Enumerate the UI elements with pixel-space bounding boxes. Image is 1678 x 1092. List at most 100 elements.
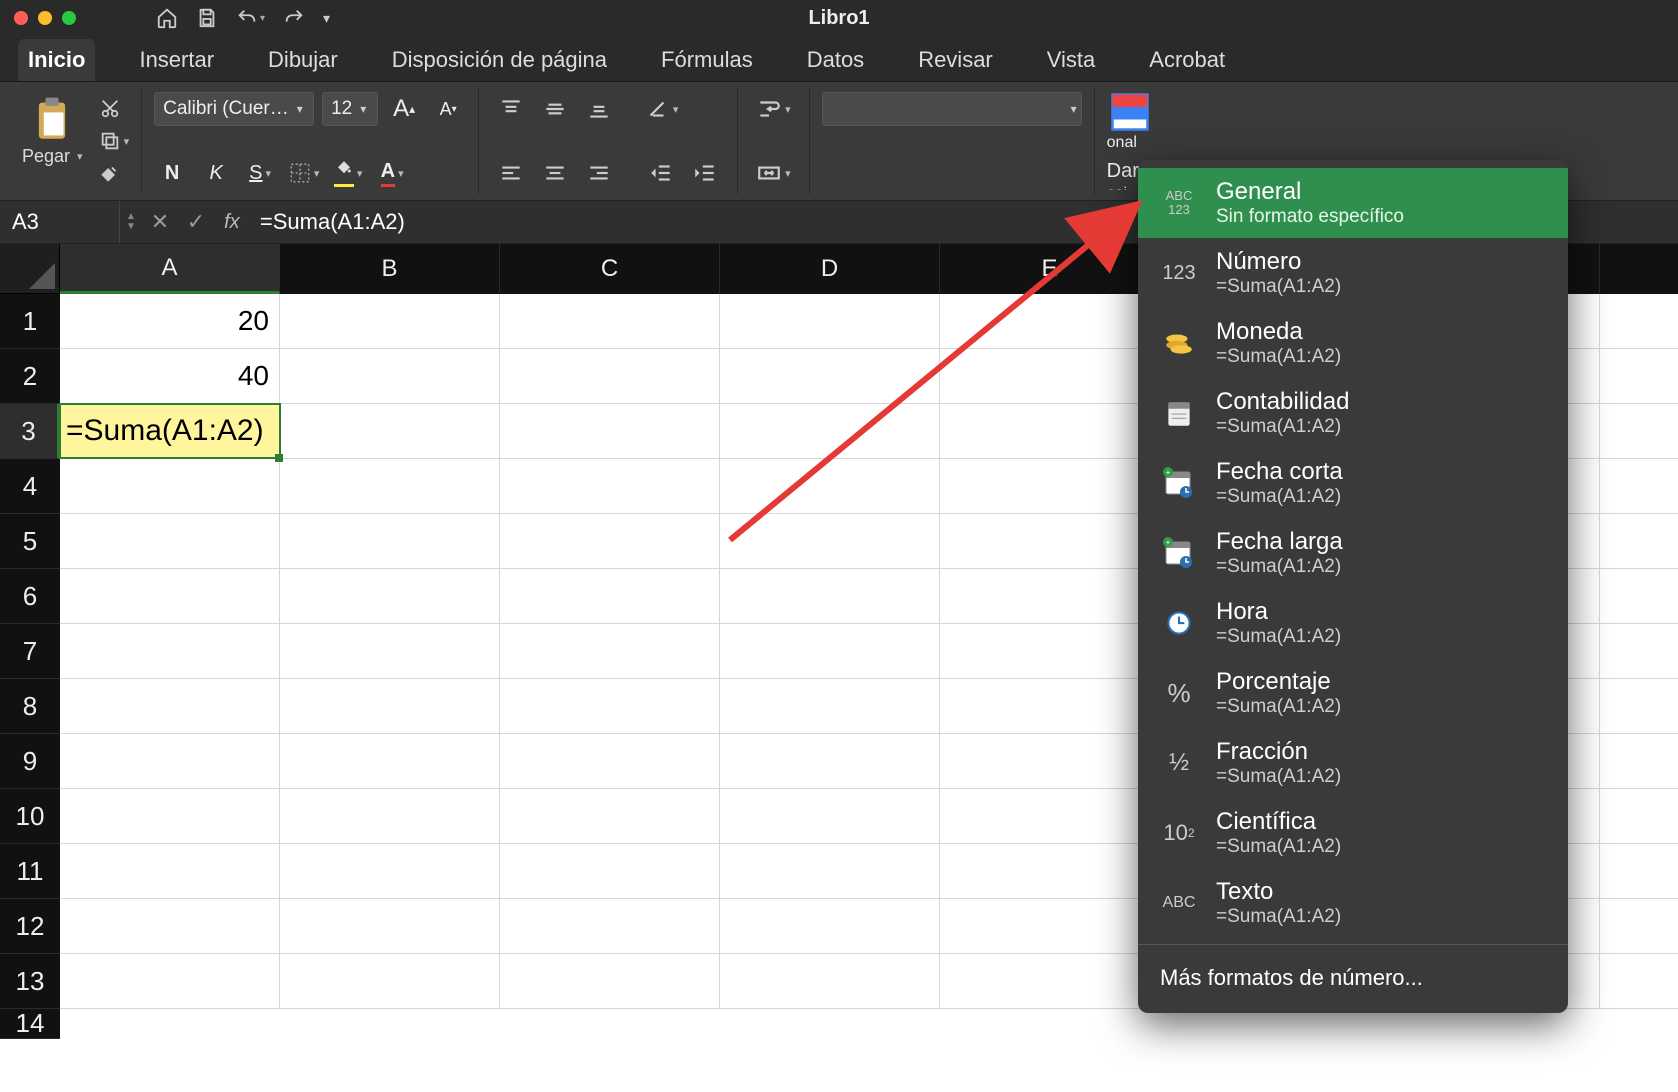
orientation-button[interactable]: ▾ (641, 92, 681, 126)
tab-insertar[interactable]: Insertar (129, 39, 224, 81)
minimize-window-button[interactable] (38, 11, 52, 25)
cell-A6[interactable] (60, 569, 280, 623)
row-header-10[interactable]: 10 (0, 789, 60, 844)
cell-C3[interactable] (500, 404, 720, 458)
align-top-button[interactable] (491, 92, 531, 126)
format-option-numero[interactable]: 123 Número =Suma(A1:A2) (1138, 238, 1568, 308)
column-header-E[interactable]: E (940, 244, 1160, 294)
cut-button[interactable] (99, 98, 130, 120)
fill-color-button[interactable]: ▾ (330, 156, 366, 190)
align-right-button[interactable] (579, 156, 619, 190)
cell-A5[interactable] (60, 514, 280, 568)
row-header-6[interactable]: 6 (0, 569, 60, 624)
cell-A12[interactable] (60, 899, 280, 953)
row-header-7[interactable]: 7 (0, 624, 60, 679)
paste-button[interactable]: Pegar ▾ (16, 92, 89, 190)
copy-button[interactable]: ▾ (99, 130, 130, 152)
tab-disposicion[interactable]: Disposición de página (382, 39, 617, 81)
cell-A7[interactable] (60, 624, 280, 678)
more-number-formats[interactable]: Más formatos de número... (1138, 951, 1568, 1005)
cell-D3[interactable] (720, 404, 940, 458)
increase-indent-button[interactable] (685, 156, 725, 190)
format-option-hora[interactable]: Hora =Suma(A1:A2) (1138, 588, 1568, 658)
cell-E3[interactable] (940, 404, 1160, 458)
conditional-format-button[interactable]: onal (1107, 92, 1153, 152)
undo-button[interactable]: ▾ (236, 7, 265, 29)
format-option-fecha-larga[interactable]: + Fecha larga =Suma(A1:A2) (1138, 518, 1568, 588)
row-header-1[interactable]: 1 (0, 294, 60, 349)
tab-vista[interactable]: Vista (1037, 39, 1106, 81)
cell-A8[interactable] (60, 679, 280, 733)
cancel-formula-button[interactable]: ✕ (142, 209, 178, 235)
close-window-button[interactable] (14, 11, 28, 25)
fx-button[interactable]: fx (214, 211, 250, 234)
wrap-text-button[interactable]: ▾ (750, 92, 797, 126)
format-option-cientifica[interactable]: 102 Científica =Suma(A1:A2) (1138, 798, 1568, 868)
align-left-button[interactable] (491, 156, 531, 190)
row-header-13[interactable]: 13 (0, 954, 60, 1009)
row-header-9[interactable]: 9 (0, 734, 60, 789)
number-format-combo[interactable]: ▾ (822, 92, 1082, 126)
decrease-indent-button[interactable] (641, 156, 681, 190)
cell-E2[interactable] (940, 349, 1160, 403)
underline-button[interactable]: S▾ (242, 156, 278, 190)
align-middle-button[interactable] (535, 92, 575, 126)
chevron-down-icon[interactable]: ▾ (260, 13, 265, 24)
column-header-D[interactable]: D (720, 244, 940, 294)
cell-C2[interactable] (500, 349, 720, 403)
row-header-4[interactable]: 4 (0, 459, 60, 514)
cell-A3[interactable]: =Suma(A1:A2) (60, 404, 280, 458)
redo-button[interactable] (283, 7, 305, 29)
cell-A4[interactable] (60, 459, 280, 513)
select-all-corner[interactable] (0, 244, 60, 294)
decrease-font-button[interactable]: A▾ (430, 92, 466, 126)
row-header-2[interactable]: 2 (0, 349, 60, 404)
format-painter-button[interactable] (99, 162, 130, 184)
zoom-window-button[interactable] (62, 11, 76, 25)
row-header-5[interactable]: 5 (0, 514, 60, 569)
row-header-11[interactable]: 11 (0, 844, 60, 899)
format-option-fecha-corta[interactable]: + Fecha corta =Suma(A1:A2) (1138, 448, 1568, 518)
namebox-stepper[interactable]: ▲▼ (120, 212, 142, 232)
row-header-3[interactable]: 3 (0, 404, 60, 459)
cell-A2[interactable]: 40 (60, 349, 280, 403)
merge-center-button[interactable]: ▾ (750, 156, 797, 190)
cell-D2[interactable] (720, 349, 940, 403)
font-size-combo[interactable]: 12▾ (322, 92, 378, 126)
cell-B3[interactable] (280, 404, 500, 458)
row-header-14[interactable]: 14 (0, 1009, 60, 1039)
home-icon[interactable] (156, 7, 178, 29)
tab-dibujar[interactable]: Dibujar (258, 39, 348, 81)
cell-A1[interactable]: 20 (60, 294, 280, 348)
name-box[interactable]: A3 (0, 201, 120, 243)
format-option-texto[interactable]: ABC Texto =Suma(A1:A2) (1138, 868, 1568, 938)
chevron-down-icon[interactable]: ▾ (77, 150, 83, 163)
font-name-combo[interactable]: Calibri (Cuer…▾ (154, 92, 314, 126)
save-icon[interactable] (196, 7, 218, 29)
cell-A13[interactable] (60, 954, 280, 1008)
align-bottom-button[interactable] (579, 92, 619, 126)
column-header-B[interactable]: B (280, 244, 500, 294)
tab-acrobat[interactable]: Acrobat (1139, 39, 1235, 81)
cell-B2[interactable] (280, 349, 500, 403)
tab-datos[interactable]: Datos (797, 39, 874, 81)
cell-A11[interactable] (60, 844, 280, 898)
format-option-porcentaje[interactable]: % Porcentaje =Suma(A1:A2) (1138, 658, 1568, 728)
chevron-down-icon[interactable]: ▾ (124, 135, 130, 148)
format-option-general[interactable]: ABC123 General Sin formato específico (1138, 168, 1568, 238)
increase-font-button[interactable]: A▴ (386, 92, 422, 126)
accept-formula-button[interactable]: ✓ (178, 209, 214, 235)
tab-revisar[interactable]: Revisar (908, 39, 1003, 81)
customize-qat-button[interactable]: ▾ (323, 10, 330, 27)
font-color-button[interactable]: A▾ (374, 156, 410, 190)
cell-A10[interactable] (60, 789, 280, 843)
cell-A9[interactable] (60, 734, 280, 788)
borders-button[interactable]: ▾ (286, 156, 322, 190)
cell-B1[interactable] (280, 294, 500, 348)
format-option-contabilidad[interactable]: Contabilidad =Suma(A1:A2) (1138, 378, 1568, 448)
italic-button[interactable]: K (198, 156, 234, 190)
align-center-button[interactable] (535, 156, 575, 190)
cell-D1[interactable] (720, 294, 940, 348)
cell-C1[interactable] (500, 294, 720, 348)
cell-E1[interactable] (940, 294, 1160, 348)
